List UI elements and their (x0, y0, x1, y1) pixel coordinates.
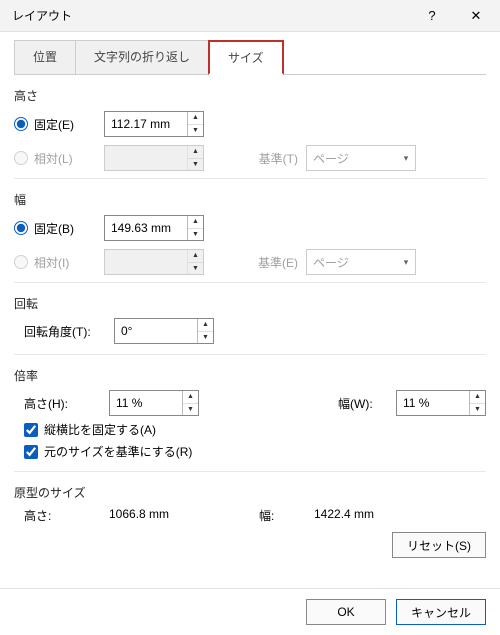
height-relative-spinbox: ▲ ▼ (104, 145, 204, 171)
rotation-spinbox[interactable]: 0° ▲ ▼ (114, 318, 214, 344)
tab-size[interactable]: サイズ (208, 40, 284, 75)
original-width-value: 1422.4 mm (314, 507, 374, 524)
scale-row: 高さ(H): 11 % ▲ ▼ 幅(W): 11 % ▲ ▼ (24, 390, 486, 416)
lock-aspect-row[interactable]: 縦横比を固定する(A) (24, 421, 486, 438)
width-fixed-label: 固定(B) (34, 220, 74, 237)
spin-down-icon: ▼ (188, 159, 203, 171)
height-fixed-spinners: ▲ ▼ (187, 112, 203, 136)
tab-textwrap[interactable]: 文字列の折り返し (75, 40, 209, 74)
relative-original-checkbox[interactable] (24, 445, 38, 459)
width-relative-label: 相対(I) (34, 254, 69, 271)
relative-original-label: 元のサイズを基準にする(R) (44, 443, 192, 460)
section-rotation-title: 回転 (14, 295, 486, 312)
footer-buttons: OK キャンセル (0, 588, 500, 635)
width-ref-label: 基準(E) (244, 254, 298, 271)
height-fixed-label: 固定(E) (34, 116, 74, 133)
height-ref-combo: ページ ▾ (306, 145, 416, 171)
titlebar: レイアウト (0, 0, 500, 32)
tab-position[interactable]: 位置 (14, 40, 76, 74)
section-original-title: 原型のサイズ (14, 484, 486, 501)
spin-down-icon[interactable]: ▼ (470, 404, 485, 416)
width-ref-value: ページ (307, 254, 397, 271)
width-relative-value (105, 250, 187, 274)
width-fixed-radio-input[interactable] (14, 221, 28, 235)
close-icon (471, 8, 482, 24)
height-relative-radio-input (14, 151, 28, 165)
spin-down-icon[interactable]: ▼ (183, 404, 198, 416)
height-fixed-radio-input[interactable] (14, 117, 28, 131)
spin-up-icon[interactable]: ▲ (198, 319, 213, 332)
original-row: 高さ: 1066.8 mm 幅: 1422.4 mm (24, 507, 486, 524)
relative-original-row[interactable]: 元のサイズを基準にする(R) (24, 443, 486, 460)
original-height-value: 1066.8 mm (109, 507, 259, 524)
height-relative-radio[interactable]: 相対(L) (14, 150, 104, 167)
cancel-button[interactable]: キャンセル (396, 599, 486, 625)
reset-row: リセット(S) (14, 532, 486, 558)
scale-width-value[interactable]: 11 % (397, 391, 469, 415)
lock-aspect-label: 縦横比を固定する(A) (44, 421, 156, 438)
scale-height-spinbox[interactable]: 11 % ▲ ▼ (109, 390, 199, 416)
help-icon (428, 8, 435, 23)
scale-height-label: 高さ(H): (24, 395, 109, 412)
chevron-down-icon: ▾ (397, 257, 415, 268)
height-fixed-spinbox[interactable]: 112.17 mm ▲ ▼ (104, 111, 204, 137)
scale-width-label: 幅(W): (338, 395, 396, 412)
rotation-angle-label: 回転角度(T): (24, 323, 114, 340)
width-relative-radio-input (14, 255, 28, 269)
width-relative-radio[interactable]: 相対(I) (14, 254, 104, 271)
height-relative-label: 相対(L) (34, 150, 73, 167)
section-scale-title: 倍率 (14, 367, 486, 384)
height-ref-value: ページ (307, 150, 397, 167)
spin-down-icon[interactable]: ▼ (188, 125, 203, 137)
section-scale: 倍率 高さ(H): 11 % ▲ ▼ 幅(W): 11 % ▲ ▼ (14, 363, 486, 472)
lock-aspect-checkbox[interactable] (24, 423, 38, 437)
width-fixed-spinbox[interactable]: 149.63 mm ▲ ▼ (104, 215, 204, 241)
section-height-title: 高さ (14, 87, 486, 104)
section-width-title: 幅 (14, 191, 486, 208)
spin-down-icon[interactable]: ▼ (198, 332, 213, 344)
dialog-content: 位置 文字列の折り返し サイズ 高さ 固定(E) 112.17 mm ▲ ▼ (0, 32, 500, 588)
tab-bar: 位置 文字列の折り返し サイズ (14, 40, 486, 75)
spin-up-icon[interactable]: ▲ (183, 391, 198, 404)
rotation-value[interactable]: 0° (115, 319, 197, 343)
height-radio-group: 固定(E) 112.17 mm ▲ ▼ 相対(L) (14, 110, 486, 172)
width-fixed-value[interactable]: 149.63 mm (105, 216, 187, 240)
width-fixed-radio[interactable]: 固定(B) (14, 220, 104, 237)
ok-button[interactable]: OK (306, 599, 386, 625)
height-fixed-value[interactable]: 112.17 mm (105, 112, 187, 136)
spin-down-icon: ▼ (188, 263, 203, 275)
width-ref-combo: ページ ▾ (306, 249, 416, 275)
close-button[interactable] (454, 1, 498, 31)
window-title: レイアウト (12, 7, 410, 24)
section-width: 幅 固定(B) 149.63 mm ▲ ▼ 相対(I) (14, 187, 486, 283)
help-button[interactable] (410, 1, 454, 31)
scale-width-spinbox[interactable]: 11 % ▲ ▼ (396, 390, 486, 416)
spin-up-icon[interactable]: ▲ (188, 216, 203, 229)
spin-up-icon[interactable]: ▲ (470, 391, 485, 404)
spin-up-icon: ▲ (188, 250, 203, 263)
rotation-row: 回転角度(T): 0° ▲ ▼ (24, 318, 486, 344)
spin-up-icon[interactable]: ▲ (188, 112, 203, 125)
original-width-label: 幅: (259, 507, 314, 524)
original-height-label: 高さ: (24, 507, 109, 524)
spin-up-icon: ▲ (188, 146, 203, 159)
width-radio-group: 固定(B) 149.63 mm ▲ ▼ 相対(I) (14, 214, 486, 276)
section-height: 高さ 固定(E) 112.17 mm ▲ ▼ 相対(L) (14, 83, 486, 179)
spin-down-icon[interactable]: ▼ (188, 229, 203, 241)
height-ref-label: 基準(T) (244, 150, 298, 167)
section-original: 原型のサイズ 高さ: 1066.8 mm 幅: 1422.4 mm リセット(S… (14, 480, 486, 568)
height-fixed-radio[interactable]: 固定(E) (14, 116, 104, 133)
width-relative-spinbox: ▲ ▼ (104, 249, 204, 275)
chevron-down-icon: ▾ (397, 153, 415, 164)
scale-height-value[interactable]: 11 % (110, 391, 182, 415)
section-rotation: 回転 回転角度(T): 0° ▲ ▼ (14, 291, 486, 355)
height-relative-value (105, 146, 187, 170)
reset-button[interactable]: リセット(S) (392, 532, 486, 558)
